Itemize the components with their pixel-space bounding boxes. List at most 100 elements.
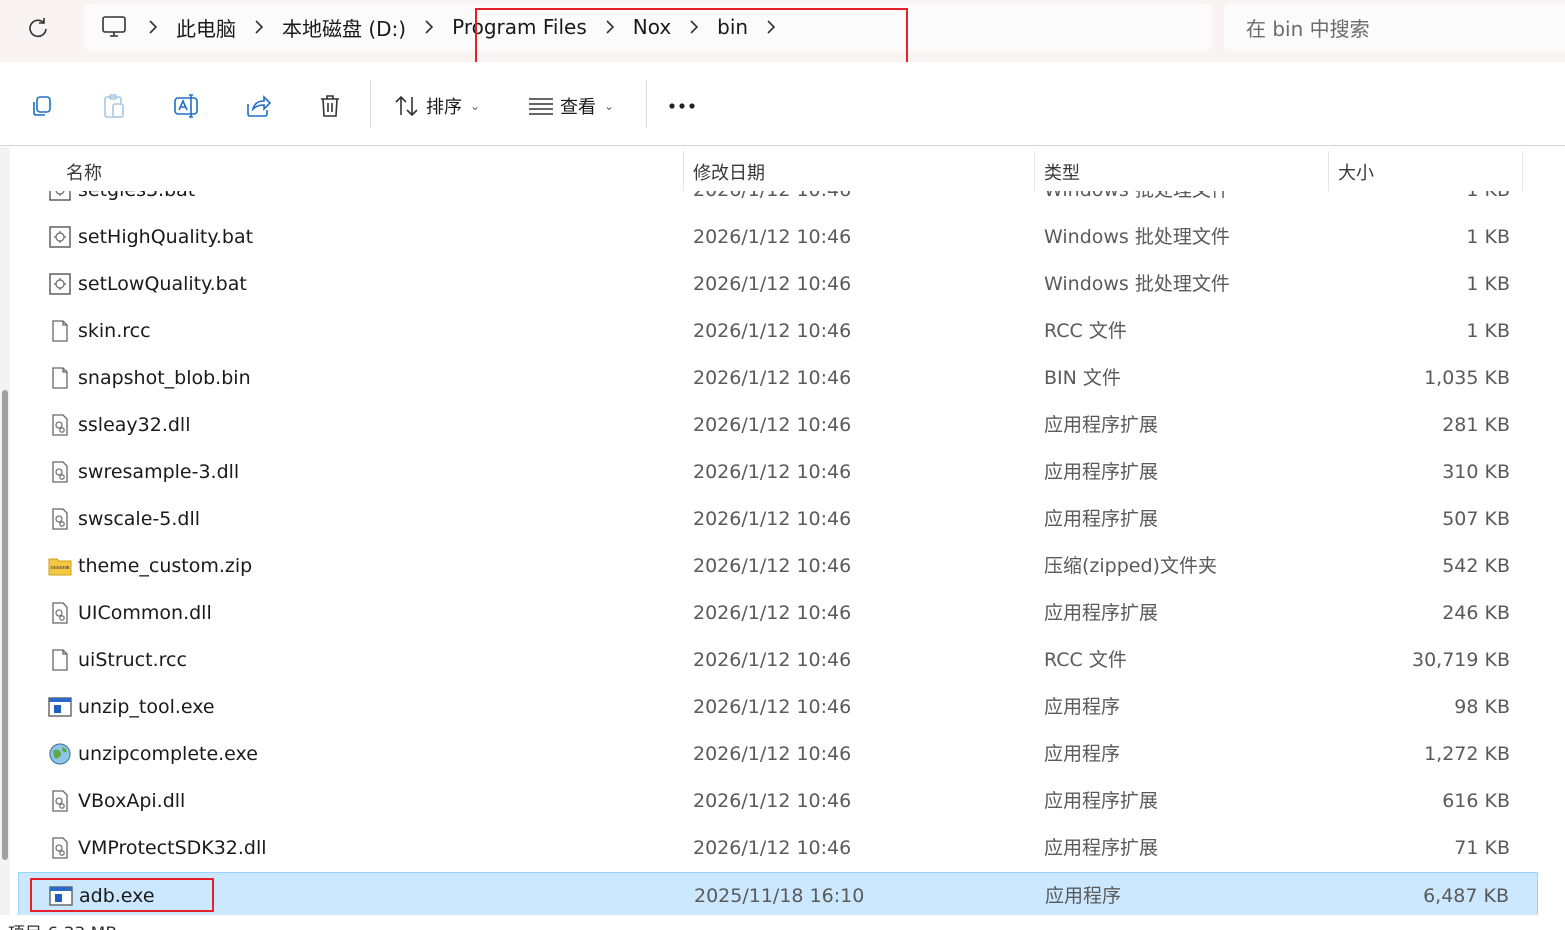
globe-app-icon: [48, 742, 72, 766]
file-row[interactable]: uiStruct.rcc 2026/1/12 10:46 RCC 文件 30,719 …: [18, 637, 1538, 684]
file-row[interactable]: adb.exe 2025/11/18 16:10 应用程序 6,487 KB: [18, 872, 1538, 915]
file-row[interactable]: UICommon.dll 2026/1/12 10:46 应用程序扩展 246 KB: [18, 590, 1538, 637]
file-size: 1 KB: [1466, 320, 1510, 342]
file-date: 2026/1/12 10:46: [693, 508, 852, 530]
file-date: 2025/11/18 16:10: [694, 885, 865, 907]
status-text: 项目 6.33 MB: [8, 919, 117, 930]
column-header-size[interactable]: 大小: [1338, 159, 1374, 185]
file-type: RCC 文件: [1044, 320, 1127, 342]
file-type: BIN 文件: [1044, 367, 1121, 389]
search-input[interactable]: 在 bin 中搜索: [1224, 3, 1565, 51]
refresh-button[interactable]: [22, 12, 54, 44]
file-type: 压缩(zipped)文件夹: [1044, 555, 1217, 577]
file-icon: [48, 366, 72, 390]
column-header-date[interactable]: 修改日期: [693, 159, 765, 185]
file-date: 2026/1/12 10:46: [693, 226, 852, 248]
file-date: 2026/1/12 10:46: [693, 837, 852, 859]
file-date: 2026/1/12 10:46: [693, 367, 852, 389]
sort-icon: [395, 95, 418, 117]
column-header-name[interactable]: 名称: [66, 159, 102, 185]
file-name: VMProtectSDK32.dll: [78, 837, 267, 859]
view-label: 查看: [560, 97, 596, 118]
sort-button[interactable]: 排序 ⌄: [394, 88, 480, 124]
file-name: uiStruct.rcc: [78, 649, 187, 671]
trash-icon: [321, 95, 339, 117]
column-divider[interactable]: [1522, 151, 1523, 191]
copy-icon: [33, 96, 51, 116]
file-date: 2026/1/12 10:46: [693, 602, 852, 624]
view-list-icon: [529, 98, 553, 115]
file-row[interactable]: setHighQuality.bat 2026/1/12 10:46 Windows…: [18, 214, 1538, 261]
navigation-scrollbar[interactable]: [2, 390, 8, 860]
breadcrumb-local-disk-d[interactable]: 本地磁盘 (D:): [270, 13, 418, 42]
chevron-right-icon[interactable]: [248, 16, 270, 38]
file-size: 616 KB: [1442, 790, 1510, 812]
paste-button[interactable]: [96, 88, 132, 124]
dll-file-icon: [48, 413, 72, 437]
dll-file-icon: [48, 789, 72, 813]
file-date: 2026/1/12 10:46: [693, 743, 852, 765]
status-bar: 项目 6.33 MB: [0, 915, 1565, 930]
file-row[interactable]: unzip_tool.exe 2026/1/12 10:46 应用程序 98 KB: [18, 684, 1538, 731]
file-name: setLowQuality.bat: [78, 273, 247, 295]
breadcrumb-this-pc[interactable]: 此电脑: [164, 13, 248, 42]
file-row[interactable]: VMProtectSDK32.dll 2026/1/12 10:46 应用程序扩展 7…: [18, 825, 1538, 872]
more-options-button[interactable]: [664, 88, 700, 124]
file-row[interactable]: ssleay32.dll 2026/1/12 10:46 应用程序扩展 281 KB: [18, 402, 1538, 449]
view-button[interactable]: 查看 ⌄: [528, 88, 614, 124]
file-size: 507 KB: [1442, 508, 1510, 530]
file-size: 1 KB: [1466, 226, 1510, 248]
column-divider[interactable]: [683, 151, 684, 191]
file-row[interactable]: setLowQuality.bat 2026/1/12 10:46 Windows …: [18, 261, 1538, 308]
file-type: Windows 批处理文件: [1044, 226, 1230, 248]
file-name: unzipcomplete.exe: [78, 743, 258, 765]
file-name: swscale-5.dll: [78, 508, 200, 530]
file-name: UICommon.dll: [78, 602, 212, 624]
toolbar-divider: [370, 80, 371, 128]
chevron-right-icon[interactable]: [418, 16, 440, 38]
file-type: 应用程序扩展: [1044, 414, 1159, 436]
rename-button[interactable]: [168, 88, 204, 124]
file-date: 2026/1/12 10:46: [693, 414, 852, 436]
file-type: 应用程序扩展: [1044, 602, 1159, 624]
chevron-down-icon: ⌄: [604, 99, 615, 113]
chevron-down-icon: ⌄: [470, 99, 481, 113]
this-pc-icon[interactable]: [100, 13, 128, 41]
delete-button[interactable]: [312, 88, 348, 124]
file-row[interactable]: skin.rcc 2026/1/12 10:46 RCC 文件 1 KB: [18, 308, 1538, 355]
file-row[interactable]: VBoxApi.dll 2026/1/12 10:46 应用程序扩展 616 KB: [18, 778, 1538, 825]
column-header-type[interactable]: 类型: [1044, 159, 1080, 185]
command-toolbar: 排序 ⌄ 查看 ⌄: [0, 62, 1565, 146]
share-button[interactable]: [240, 88, 276, 124]
file-row[interactable]: unzipcomplete.exe 2026/1/12 10:46 应用程序 1,27…: [18, 731, 1538, 778]
file-date: 2026/1/12 10:46: [693, 696, 852, 718]
file-date: 2026/1/12 10:46: [693, 649, 852, 671]
sort-ascending-icon: ^: [364, 147, 376, 157]
column-divider[interactable]: [1034, 151, 1035, 191]
chevron-right-icon[interactable]: [142, 16, 164, 38]
column-divider[interactable]: [1328, 151, 1329, 191]
sort-label: 排序: [426, 97, 462, 118]
file-size: 246 KB: [1442, 602, 1510, 624]
copy-button[interactable]: [24, 88, 60, 124]
file-list: setgles3.bat2026/1/12 10:46Windows 批处理文件…: [18, 147, 1548, 915]
file-icon: [48, 648, 72, 672]
file-row[interactable]: snapshot_blob.bin 2026/1/12 10:46 BIN 文件 1,…: [18, 355, 1538, 402]
more-icon: [669, 103, 695, 109]
file-row[interactable]: swresample-3.dll 2026/1/12 10:46 应用程序扩展 310…: [18, 449, 1538, 496]
file-name: skin.rcc: [78, 320, 151, 342]
file-type: Windows 批处理文件: [1044, 273, 1230, 295]
file-name: snapshot_blob.bin: [78, 367, 251, 389]
file-size: 98 KB: [1454, 696, 1510, 718]
file-row[interactable]: swscale-5.dll 2026/1/12 10:46 应用程序扩展 507 KB: [18, 496, 1538, 543]
file-size: 1,272 KB: [1424, 743, 1510, 765]
rename-icon: [174, 94, 198, 118]
file-name: unzip_tool.exe: [78, 696, 215, 718]
file-row[interactable]: theme_custom.zip 2026/1/12 10:46 压缩(zipped…: [18, 543, 1538, 590]
file-type: 应用程序扩展: [1044, 837, 1159, 859]
file-date: 2026/1/12 10:46: [693, 461, 852, 483]
file-size: 310 KB: [1442, 461, 1510, 483]
share-icon: [247, 95, 271, 117]
file-type: 应用程序扩展: [1044, 790, 1159, 812]
file-name: ssleay32.dll: [78, 414, 191, 436]
